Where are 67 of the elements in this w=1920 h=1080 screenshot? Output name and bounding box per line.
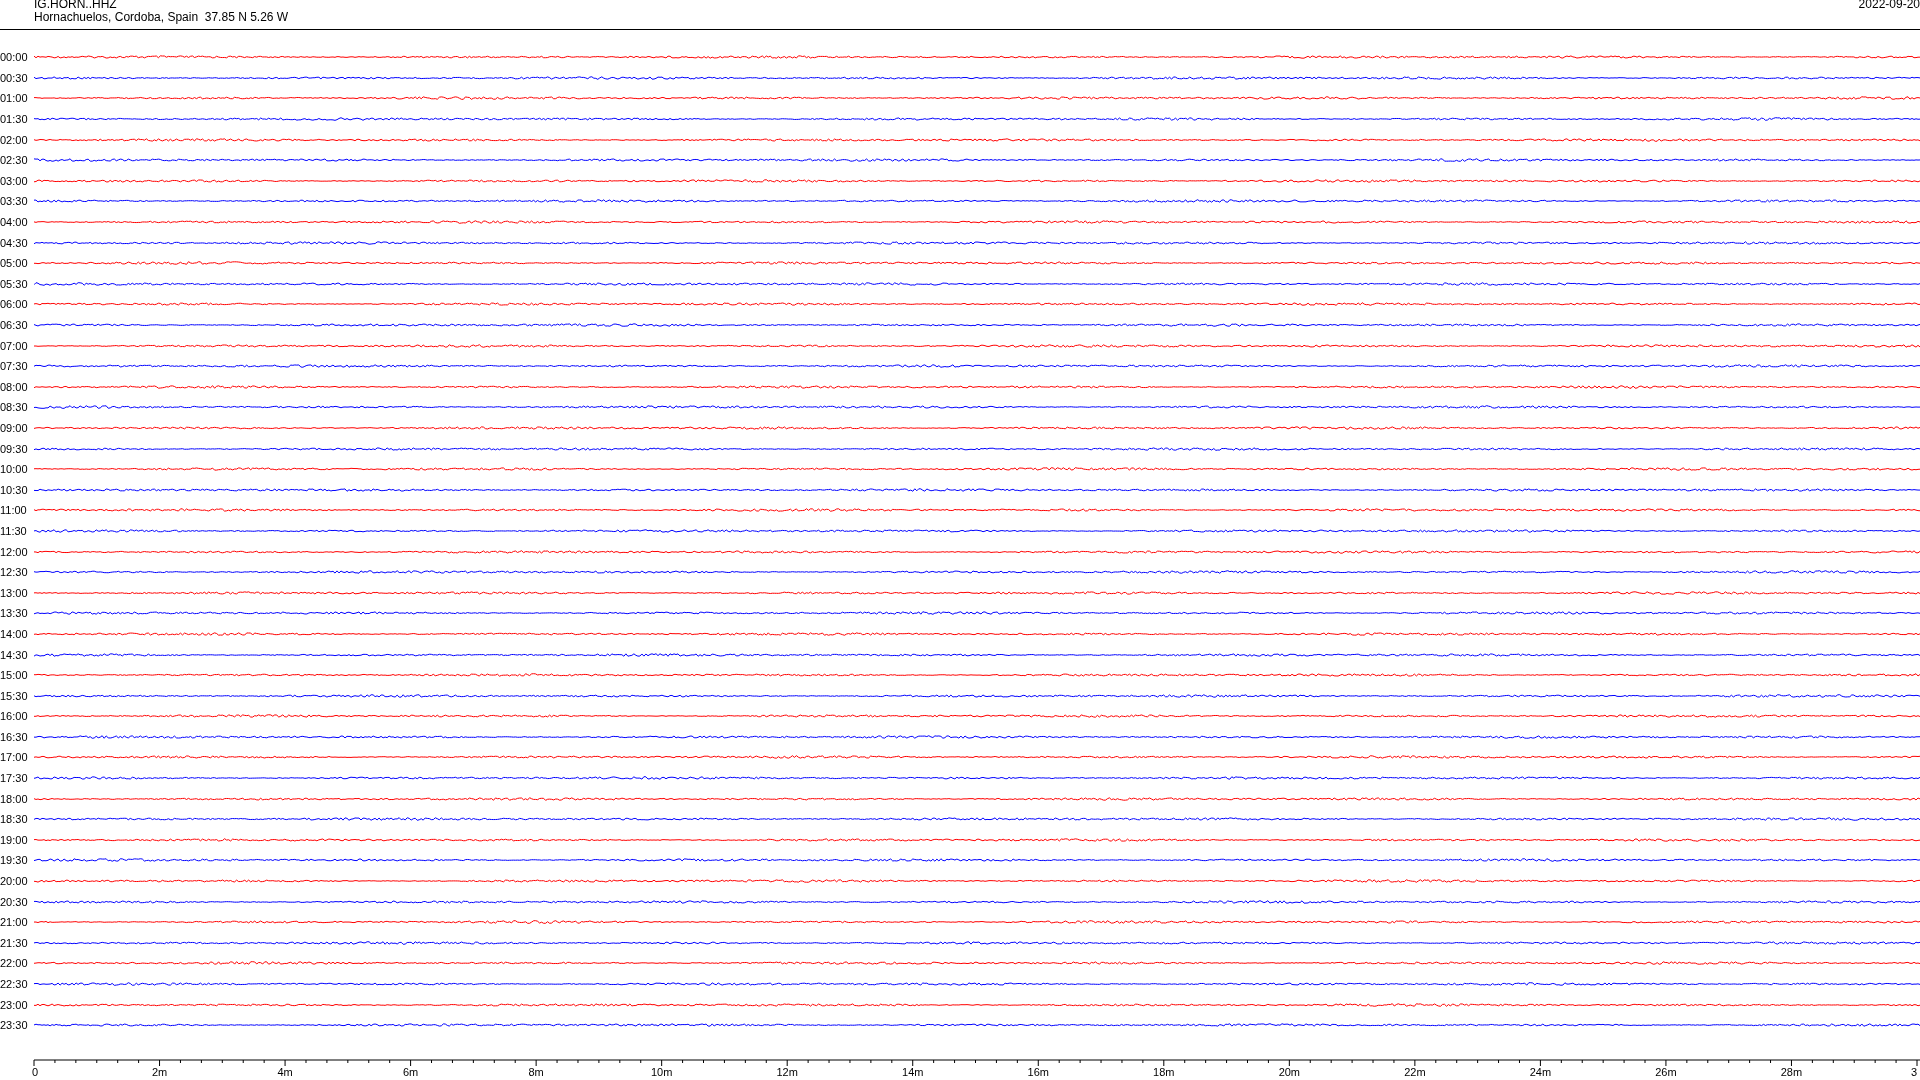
time-label: 21:00 bbox=[0, 916, 29, 929]
axis-label: 14m bbox=[902, 1065, 924, 1078]
time-label: 10:30 bbox=[0, 483, 29, 496]
axis-label: 6m bbox=[402, 1065, 419, 1078]
axis-label: 0 bbox=[31, 1065, 39, 1078]
time-label: 12:30 bbox=[0, 566, 29, 579]
time-label: 06:30 bbox=[0, 319, 29, 331]
time-label: 19:00 bbox=[0, 833, 29, 846]
time-label: 08:00 bbox=[0, 380, 29, 393]
time-label: 02:00 bbox=[0, 133, 29, 146]
axis-label: 26m bbox=[1655, 1065, 1677, 1078]
time-label: 04:30 bbox=[0, 236, 29, 249]
time-label: 17:00 bbox=[0, 751, 29, 764]
time-label: 21:30 bbox=[0, 936, 29, 949]
time-label: 14:30 bbox=[0, 648, 29, 661]
time-label: 16:00 bbox=[0, 710, 29, 723]
time-label: 09:00 bbox=[0, 422, 29, 434]
plot-date: 2022-09-20 bbox=[1858, 0, 1920, 13]
axis-label: 2m bbox=[151, 1065, 168, 1078]
axis-label: 16m bbox=[1027, 1065, 1049, 1078]
time-label: 03:30 bbox=[0, 195, 29, 208]
time-label: 02:30 bbox=[0, 154, 29, 167]
axis-label: 22m bbox=[1404, 1065, 1426, 1078]
time-label: 04:00 bbox=[0, 216, 29, 229]
time-label: 07:00 bbox=[0, 339, 29, 352]
time-label: 22:00 bbox=[0, 957, 29, 970]
time-label: 20:00 bbox=[0, 875, 29, 888]
time-label: 00:00 bbox=[0, 51, 29, 64]
station-location: Hornachuelos, Cordoba, Spain 37.85 N 5.26 W bbox=[34, 11, 289, 24]
axis-label: 20m bbox=[1278, 1065, 1301, 1078]
time-label: 01:30 bbox=[0, 113, 29, 126]
time-label: 18:00 bbox=[0, 792, 29, 805]
time-label: 07:30 bbox=[0, 360, 29, 373]
time-label: 13:30 bbox=[0, 607, 29, 620]
time-label: 11:00 bbox=[0, 504, 28, 517]
axis-label: 10m bbox=[650, 1065, 673, 1078]
time-label: 22:30 bbox=[0, 978, 29, 990]
time-label: 00:30 bbox=[0, 71, 29, 84]
axis-label: 4m bbox=[277, 1065, 293, 1078]
time-label: 19:30 bbox=[0, 854, 29, 867]
time-label: 16:30 bbox=[0, 730, 29, 743]
axis-label: 3 bbox=[1911, 1065, 1918, 1078]
time-label: 12:00 bbox=[0, 545, 29, 558]
time-label: 03:00 bbox=[0, 174, 29, 187]
time-label: 14:00 bbox=[0, 627, 29, 640]
axis-label: 24m bbox=[1529, 1065, 1552, 1078]
time-label: 17:30 bbox=[0, 772, 29, 785]
time-label: 15:30 bbox=[0, 689, 29, 702]
time-label: 23:00 bbox=[0, 998, 29, 1011]
time-label: 10:00 bbox=[0, 463, 29, 476]
time-label: 13:00 bbox=[0, 586, 29, 599]
axis-label: 12m bbox=[776, 1065, 798, 1078]
axis-label: 28m bbox=[1780, 1065, 1803, 1078]
axis-label: 8m bbox=[528, 1065, 544, 1078]
time-label: 20:30 bbox=[0, 895, 29, 908]
time-label: 23:30 bbox=[0, 1019, 29, 1032]
station-code: IG.HORN..HHZ bbox=[34, 0, 118, 11]
axis-label: 18m bbox=[1153, 1065, 1175, 1078]
time-label: 05:30 bbox=[0, 277, 29, 290]
time-label: 09:30 bbox=[0, 442, 29, 455]
time-label: 06:00 bbox=[0, 298, 29, 311]
time-label: 05:00 bbox=[0, 257, 29, 270]
time-label: 01:00 bbox=[0, 92, 29, 105]
time-label: 08:30 bbox=[0, 401, 29, 414]
time-label: 15:00 bbox=[0, 669, 29, 682]
time-label: 11:30 bbox=[0, 524, 28, 537]
time-label: 18:30 bbox=[0, 813, 29, 826]
